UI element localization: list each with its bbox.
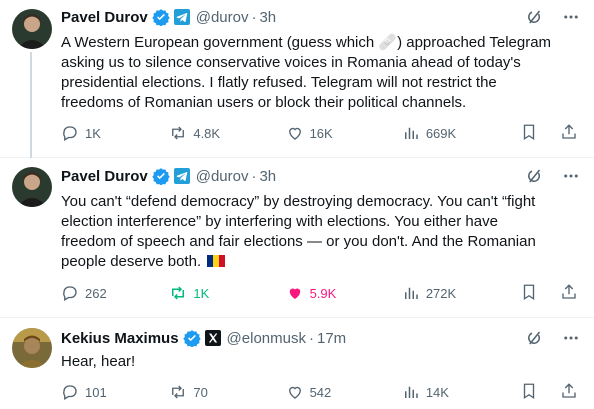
author-handle[interactable]: @elonmusk bbox=[227, 330, 306, 347]
like-icon bbox=[288, 127, 301, 140]
more-icon[interactable] bbox=[562, 329, 580, 347]
verified-badge-icon bbox=[182, 329, 201, 347]
share-icon[interactable] bbox=[560, 283, 578, 304]
author-name[interactable]: Pavel Durov bbox=[61, 9, 148, 26]
views-icon bbox=[404, 127, 418, 139]
repost-icon bbox=[172, 385, 185, 399]
tweet-text-line: Hear, hear! bbox=[61, 353, 136, 370]
repost-icon bbox=[172, 126, 185, 140]
like-count: 16K bbox=[309, 125, 333, 141]
reply-button[interactable]: 101 bbox=[61, 383, 169, 401]
views-icon bbox=[404, 287, 418, 299]
grok-icon[interactable] bbox=[526, 167, 544, 185]
bookmark-icon[interactable] bbox=[520, 382, 538, 403]
timestamp[interactable]: 3h bbox=[259, 9, 276, 26]
tweet-text: Hear, hear! bbox=[61, 352, 578, 372]
tweet-text-line: A Western European government (guess whi… bbox=[61, 34, 552, 51]
action-bar: 1K 4.8K 16K 669K bbox=[61, 123, 578, 143]
author-name[interactable]: Kekius Maximus bbox=[61, 330, 179, 347]
repost-button[interactable]: 1K bbox=[169, 284, 285, 302]
action-bar: 262 1K 5.9K 272K bbox=[61, 283, 578, 303]
grok-icon[interactable] bbox=[526, 8, 544, 26]
tweet-header: Kekius Maximus @elonmusk · 17m bbox=[61, 328, 580, 348]
views-count: 14K bbox=[425, 384, 449, 400]
tweet-text-line: people deserve both. bbox=[61, 253, 202, 270]
telegram-affiliate-icon[interactable] bbox=[173, 9, 190, 25]
tweet-text-line: freedoms of Romanian users or block thei… bbox=[61, 94, 467, 111]
tweet-1[interactable]: Pavel Durov @durov · 3h A Western Europe… bbox=[0, 0, 594, 158]
verified-badge-icon bbox=[152, 167, 170, 185]
tweet-3[interactable]: Kekius Maximus @elonmusk · 17m Hear, hea… bbox=[0, 318, 594, 409]
timestamp[interactable]: 3h bbox=[259, 168, 276, 185]
verified-badge-icon bbox=[152, 8, 170, 26]
views-button[interactable]: 669K bbox=[402, 124, 520, 142]
timestamp[interactable]: 17m bbox=[317, 330, 346, 347]
tweet-text-line-with-flag: people deserve both. bbox=[61, 252, 578, 272]
tweet-text-line: asking us to silence conservative voices… bbox=[61, 54, 521, 71]
tweet-2[interactable]: Pavel Durov @durov · 3h You can't “defen… bbox=[0, 158, 594, 318]
repost-count: 70 bbox=[193, 384, 208, 400]
avatar[interactable] bbox=[12, 9, 52, 49]
like-count: 5.9K bbox=[309, 285, 337, 301]
tweet-header: Pavel Durov @durov · 3h bbox=[61, 7, 580, 27]
more-icon[interactable] bbox=[562, 8, 580, 26]
thread-line bbox=[30, 52, 32, 158]
romania-flag-icon bbox=[207, 255, 226, 267]
separator-dot: · bbox=[251, 8, 257, 26]
bookmark-icon[interactable] bbox=[520, 123, 538, 144]
reply-icon bbox=[63, 286, 77, 301]
separator-dot: · bbox=[251, 167, 257, 185]
avatar[interactable] bbox=[12, 167, 52, 207]
reply-icon bbox=[63, 385, 77, 400]
reply-icon bbox=[63, 126, 77, 141]
more-icon[interactable] bbox=[562, 167, 580, 185]
tweet-text-line: presidential elections. I flatly refused… bbox=[61, 74, 497, 91]
repost-button[interactable]: 4.8K bbox=[169, 124, 285, 142]
like-count: 542 bbox=[309, 384, 332, 400]
views-icon bbox=[404, 386, 418, 398]
grok-icon[interactable] bbox=[526, 329, 544, 347]
like-button[interactable]: 542 bbox=[286, 383, 402, 401]
reply-count: 101 bbox=[85, 384, 107, 400]
like-button[interactable]: 5.9K bbox=[286, 284, 402, 302]
tweet-text-line: freedom of speech and fair elections — o… bbox=[61, 233, 536, 250]
tweet-text: You can't “defend democracy” by destroyi… bbox=[61, 192, 578, 272]
views-button[interactable]: 272K bbox=[402, 284, 520, 302]
views-count: 669K bbox=[425, 125, 457, 141]
repost-button[interactable]: 70 bbox=[169, 383, 285, 401]
repost-icon bbox=[172, 286, 185, 300]
tweet-text-line: You can't “defend democracy” by destroyi… bbox=[61, 193, 536, 210]
views-button[interactable]: 14K bbox=[402, 383, 520, 401]
x-affiliate-icon[interactable] bbox=[204, 330, 221, 346]
share-icon[interactable] bbox=[560, 382, 578, 403]
tweet-text: A Western European government (guess whi… bbox=[61, 33, 578, 113]
like-icon bbox=[288, 386, 301, 399]
like-button[interactable]: 16K bbox=[286, 124, 402, 142]
share-icon[interactable] bbox=[560, 123, 578, 144]
avatar[interactable] bbox=[12, 328, 52, 368]
tweet-header: Pavel Durov @durov · 3h bbox=[61, 166, 580, 186]
reply-count: 262 bbox=[85, 285, 107, 301]
like-icon bbox=[289, 288, 300, 299]
author-name[interactable]: Pavel Durov bbox=[61, 168, 148, 185]
separator-dot: · bbox=[308, 329, 314, 347]
bookmark-icon[interactable] bbox=[520, 283, 538, 304]
tweet-text-line: election interference” by interfering wi… bbox=[61, 213, 498, 230]
reply-button[interactable]: 1K bbox=[61, 124, 169, 142]
reply-button[interactable]: 262 bbox=[61, 284, 169, 302]
telegram-affiliate-icon[interactable] bbox=[173, 168, 190, 184]
action-bar: 101 70 542 14K bbox=[61, 382, 578, 402]
repost-count: 1K bbox=[193, 285, 210, 301]
author-handle[interactable]: @durov bbox=[196, 9, 249, 26]
reply-count: 1K bbox=[85, 125, 101, 141]
views-count: 272K bbox=[425, 285, 457, 301]
repost-count: 4.8K bbox=[193, 125, 221, 141]
author-handle[interactable]: @durov bbox=[196, 168, 249, 185]
